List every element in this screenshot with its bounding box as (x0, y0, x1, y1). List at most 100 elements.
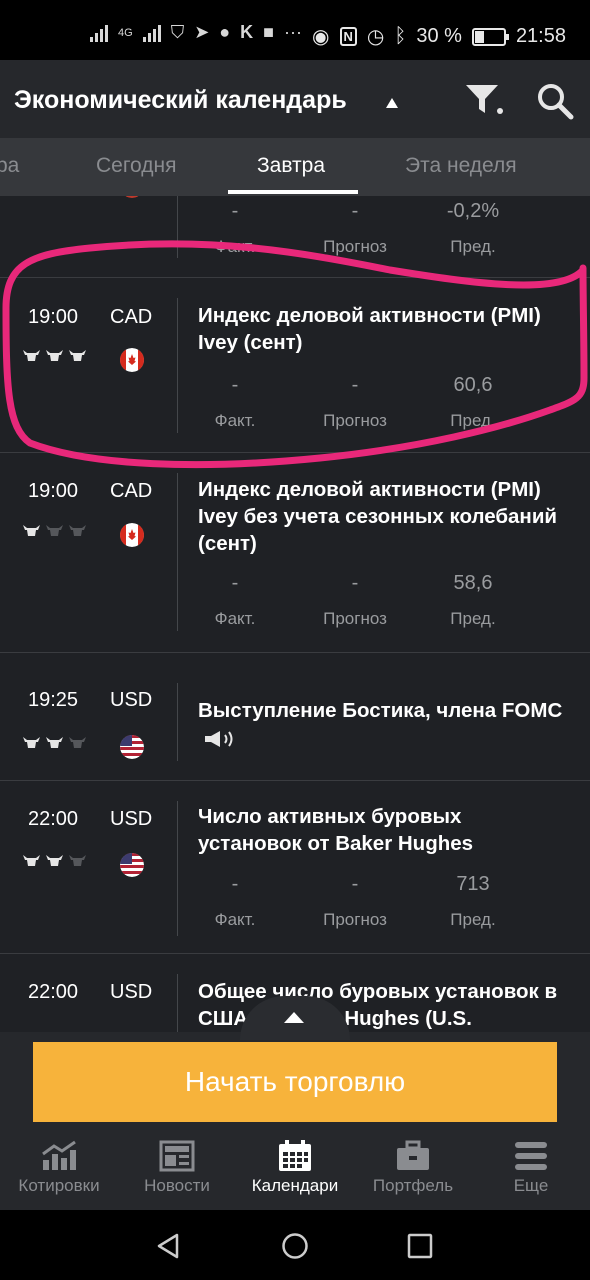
bull-icon (23, 855, 40, 866)
previous-value: 713 (456, 873, 490, 895)
chart-icon (42, 1140, 76, 1170)
nav-label: Портфель (372, 1176, 454, 1195)
tab-previous[interactable]: ра (0, 154, 19, 178)
page-title[interactable]: Экономический календарь (14, 86, 347, 115)
filter-icon[interactable] (464, 82, 504, 116)
menu-icon (515, 1142, 547, 1170)
home-icon[interactable] (281, 1232, 309, 1260)
previous-value: 60,6 (453, 374, 493, 396)
nav-label: Котировки (18, 1176, 100, 1195)
event-currency: USD (110, 808, 153, 830)
event-currency: USD (110, 981, 153, 1003)
forecast-value: - (351, 200, 359, 222)
calendar-icon (279, 1140, 311, 1171)
recents-icon[interactable] (407, 1233, 433, 1259)
title-dropdown-icon[interactable] (386, 98, 398, 108)
eye-icon: ◉ (312, 26, 330, 48)
status-left-icons: 4G ⛉ ➤ ● K ■ ··· (90, 22, 302, 43)
event-time: 19:25 (28, 689, 79, 711)
usa-flag-icon (120, 853, 144, 877)
nav-quotes[interactable]: Котировки (0, 1130, 118, 1196)
back-icon[interactable] (155, 1232, 181, 1260)
nav-portfolio[interactable]: Портфель (354, 1130, 472, 1196)
bull-icon (23, 737, 40, 748)
date-tabs: ра Сегодня Завтра Эта неделя (0, 138, 590, 196)
system-navigation (0, 1210, 590, 1280)
event-row[interactable]: 19:00 CAD Индекс деловой активности (PMI… (0, 453, 590, 653)
forecast-value: - (351, 572, 359, 594)
usa-flag-icon (120, 735, 144, 759)
bull-icon (46, 737, 63, 748)
forecast-label: Прогноз (323, 237, 387, 256)
event-row[interactable]: 19:00 CAD Индекс деловой активности (PMI… (0, 278, 590, 453)
actual-label: Факт. (214, 609, 256, 628)
bull-icon-inactive (69, 737, 86, 748)
more-dots-icon: ··· (284, 22, 303, 42)
event-row[interactable]: 19:25 USD Выступление Бостика, члена FOM… (0, 653, 590, 781)
actual-value: - (231, 873, 239, 895)
flag-icon (125, 196, 139, 198)
telegram-icon: ➤ (194, 22, 210, 42)
event-time: 19:00 (28, 480, 79, 502)
bottom-navigation: Котировки Новости Календари Портфель Еще (0, 1130, 590, 1210)
status-right-icons: ◉ N ◷ ᛒ 30 % 21:58 (312, 24, 566, 49)
tab-this-week[interactable]: Эта неделя (405, 154, 517, 178)
start-trading-button[interactable]: Начать торговлю (33, 1042, 557, 1122)
importance-rating (22, 348, 87, 364)
search-icon[interactable] (536, 82, 574, 120)
row-divider (177, 683, 178, 761)
event-title-wrap: Выступление Бостика, члена FOMC (198, 697, 568, 751)
importance-rating (22, 523, 87, 539)
tab-tomorrow[interactable]: Завтра (257, 154, 325, 178)
event-time: 22:00 (28, 981, 79, 1003)
chevron-up-icon[interactable] (284, 1012, 304, 1023)
nav-more[interactable]: Еще (472, 1130, 590, 1196)
canada-flag-icon (120, 523, 144, 547)
bull-icon (23, 350, 40, 361)
bull-icon (69, 350, 86, 361)
newspaper-icon (159, 1140, 195, 1172)
speaker-icon (205, 730, 233, 747)
nav-label: Еще (513, 1176, 549, 1195)
previous-label: Пред. (450, 411, 496, 430)
event-title: Индекс деловой активности (PMI) Ivey (се… (198, 304, 541, 354)
video-icon: ■ (263, 22, 275, 42)
row-divider (177, 196, 178, 258)
event-time: 22:00 (28, 808, 79, 830)
forecast-value: - (351, 374, 359, 396)
battery-icon (471, 27, 509, 46)
k-icon: K (240, 22, 254, 42)
active-tab-indicator (228, 190, 358, 194)
bull-icon-inactive (69, 525, 86, 536)
row-divider (177, 974, 178, 1032)
app-bar: Экономический календарь (0, 60, 590, 138)
previous-label: Пред. (450, 910, 496, 929)
importance-rating (22, 735, 87, 751)
row-divider (177, 801, 178, 936)
nav-label: Календари (251, 1176, 339, 1195)
canada-flag-icon (120, 348, 144, 372)
briefcase-icon (397, 1140, 429, 1170)
nav-calendar[interactable]: Календари (236, 1130, 354, 1196)
nav-news[interactable]: Новости (118, 1130, 236, 1196)
event-time: 19:00 (28, 306, 79, 328)
previous-value: 58,6 (453, 572, 493, 594)
event-row[interactable]: - - -0,2% Факт. Прогноз Пред. (0, 196, 590, 278)
bull-icon (23, 525, 40, 536)
actual-label: Факт. (214, 237, 256, 256)
actual-value: - (231, 572, 239, 594)
tab-today[interactable]: Сегодня (96, 154, 176, 178)
previous-value: -0,2% (446, 200, 500, 222)
signal-icon (90, 24, 108, 42)
bull-icon (46, 350, 63, 361)
event-list[interactable]: - - -0,2% Факт. Прогноз Пред. 19:00 CAD … (0, 196, 590, 1032)
event-currency: USD (110, 689, 153, 711)
event-row[interactable]: 22:00 USD Число активных буровых установ… (0, 781, 590, 954)
bull-icon-inactive (69, 855, 86, 866)
status-bar: 4G ⛉ ➤ ● K ■ ··· ◉ N ◷ ᛒ 30 % 21:58 (0, 0, 590, 60)
row-divider (177, 473, 178, 631)
event-currency: CAD (110, 306, 153, 328)
forecast-label: Прогноз (323, 609, 387, 628)
actual-label: Факт. (214, 910, 256, 929)
clock: 21:58 (515, 25, 566, 47)
